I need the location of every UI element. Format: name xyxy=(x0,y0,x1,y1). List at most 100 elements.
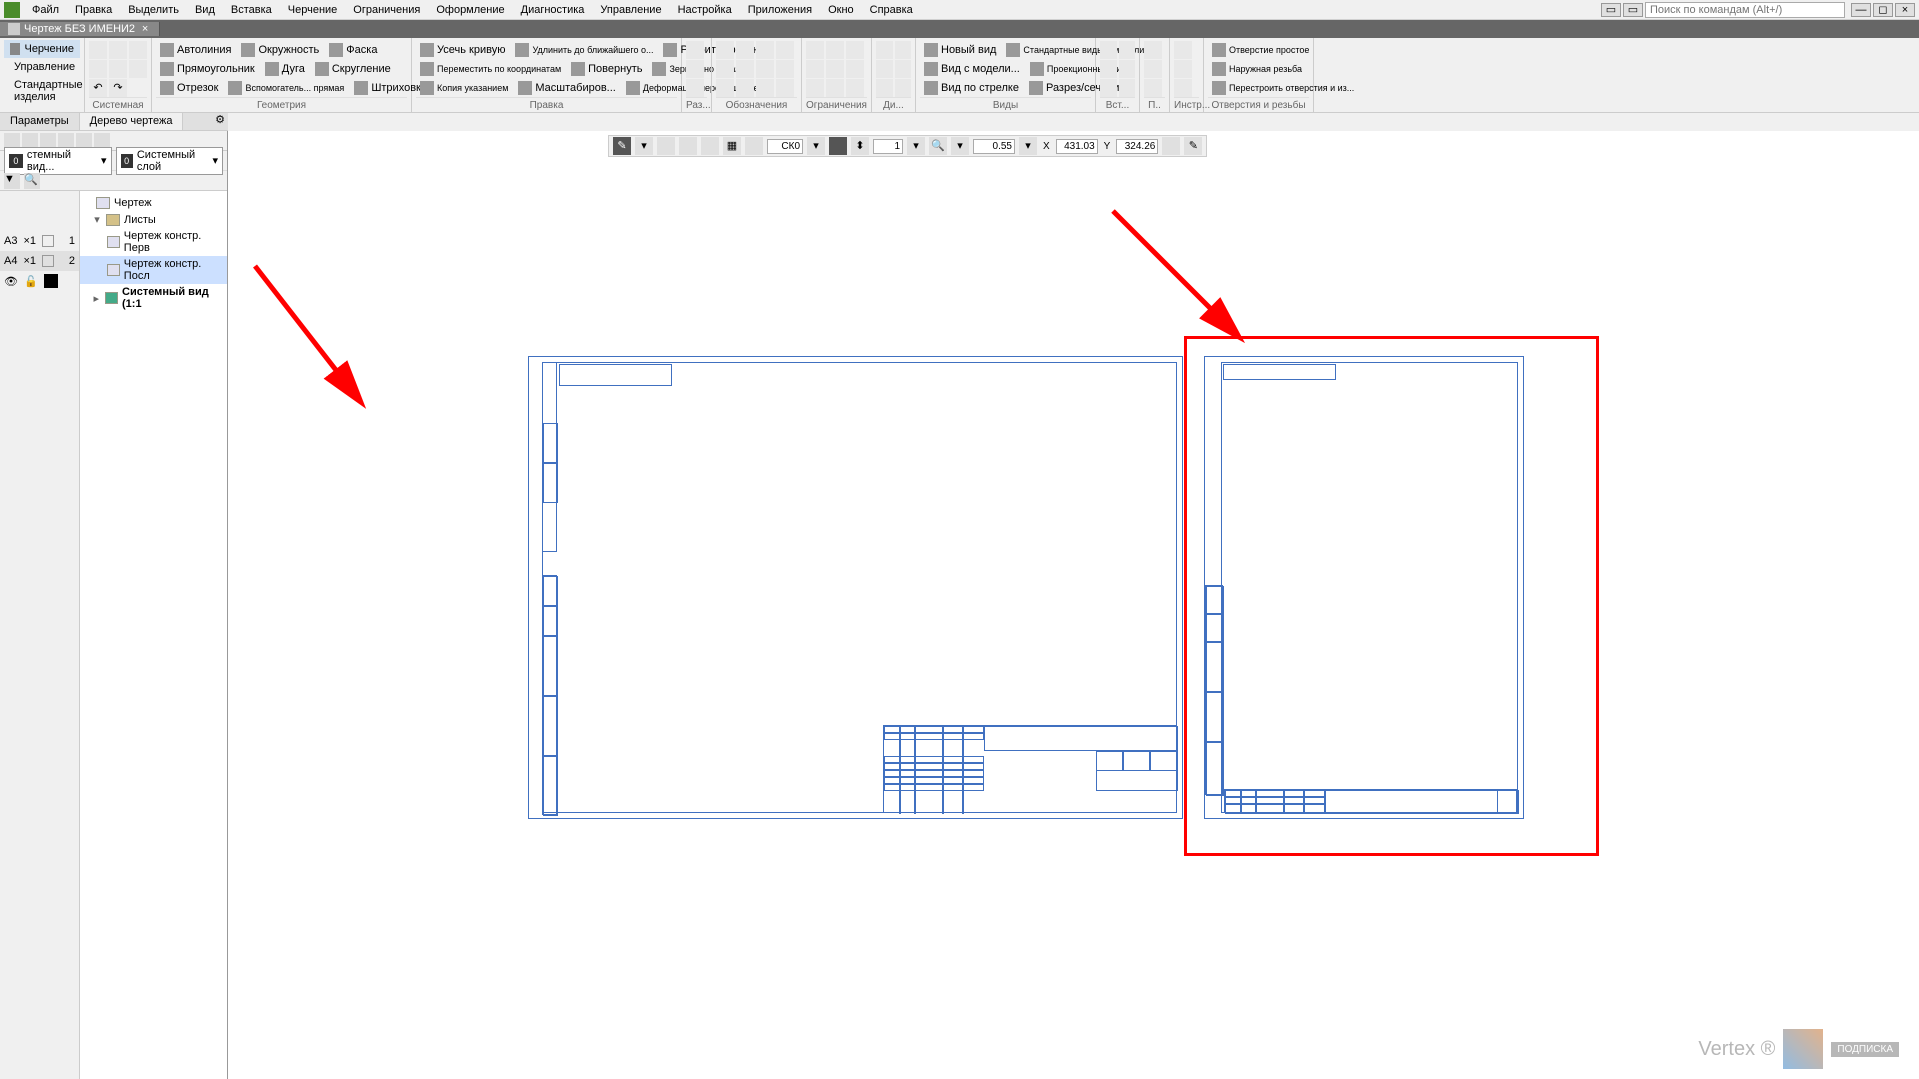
close-button[interactable]: × xyxy=(1895,3,1915,17)
menu-edit[interactable]: Правка xyxy=(67,2,120,18)
preview-button[interactable] xyxy=(109,60,127,78)
dim-btn-2[interactable] xyxy=(686,60,704,78)
drawing-sheet-a4[interactable] xyxy=(1204,356,1524,819)
co-3[interactable] xyxy=(846,41,864,59)
an-4[interactable] xyxy=(776,41,794,59)
maximize-button[interactable]: ◻ xyxy=(1873,3,1893,17)
save-button[interactable] xyxy=(129,41,147,59)
an-8[interactable] xyxy=(776,60,794,78)
params-tab[interactable]: Параметры xyxy=(0,113,80,130)
menu-drawing[interactable]: Черчение xyxy=(280,2,346,18)
menu-apps[interactable]: Приложения xyxy=(740,2,820,18)
tree-sheet1[interactable]: Чертеж констр. Перв xyxy=(80,228,227,256)
co-4[interactable] xyxy=(806,60,824,78)
dim-btn-3[interactable] xyxy=(686,79,704,97)
minimize-button[interactable]: — xyxy=(1851,3,1871,17)
ribbon-tab-std[interactable]: Стандартные изделия xyxy=(4,76,80,106)
an-1[interactable] xyxy=(716,41,734,59)
an-2[interactable] xyxy=(736,41,754,59)
open-button[interactable] xyxy=(109,41,127,59)
cb-3[interactable] xyxy=(657,137,675,155)
tl-3[interactable] xyxy=(1174,79,1192,97)
an-10[interactable] xyxy=(736,79,754,97)
an-3[interactable] xyxy=(756,41,774,59)
di-1[interactable] xyxy=(876,41,893,59)
ins-4[interactable] xyxy=(1119,60,1136,78)
an-11[interactable] xyxy=(756,79,774,97)
menu-diagnostics[interactable]: Диагностика xyxy=(513,2,593,18)
scale-button[interactable]: Масштабиров... xyxy=(514,80,619,96)
menu-window[interactable]: Окно xyxy=(820,2,862,18)
p-2[interactable] xyxy=(1144,60,1162,78)
ins-1[interactable] xyxy=(1100,41,1117,59)
cs-input[interactable] xyxy=(767,139,803,154)
circle-button[interactable]: Окружность xyxy=(237,42,323,58)
new-button[interactable] xyxy=(89,41,107,59)
auxline-button[interactable]: Вспомогатель... прямая xyxy=(224,80,348,96)
document-tab[interactable]: Чертеж БЕЗ ИМЕНИ2 × xyxy=(0,22,160,36)
title-block-a3[interactable] xyxy=(883,725,1177,813)
menu-select[interactable]: Выделить xyxy=(120,2,187,18)
cb-11[interactable] xyxy=(1162,137,1180,155)
grid-button[interactable]: ▦ xyxy=(723,137,741,155)
print-button[interactable] xyxy=(89,60,107,78)
x-input[interactable] xyxy=(1056,139,1098,154)
step-input[interactable] xyxy=(973,139,1015,154)
tl-2[interactable] xyxy=(1174,60,1192,78)
cb-5[interactable] xyxy=(701,137,719,155)
title-block-a4[interactable] xyxy=(1224,789,1518,813)
an-6[interactable] xyxy=(736,60,754,78)
lock-icon[interactable]: 🔓 xyxy=(24,275,38,288)
rect-button[interactable]: Прямоугольник xyxy=(156,61,259,77)
ext-thread-button[interactable]: Наружная резьба xyxy=(1208,61,1306,77)
undo-button[interactable]: ↶ xyxy=(89,79,107,97)
tree-sheet2[interactable]: Чертеж констр. Посл xyxy=(80,256,227,284)
tl-1[interactable] xyxy=(1174,41,1192,59)
scale-icon[interactable]: ⬍ xyxy=(851,137,869,155)
di-5[interactable] xyxy=(876,79,893,97)
arc-button[interactable]: Дуга xyxy=(261,61,309,77)
ribbon-tab-manage[interactable]: Управление xyxy=(4,58,80,76)
menu-format[interactable]: Оформление xyxy=(428,2,512,18)
co-9[interactable] xyxy=(846,79,864,97)
di-4[interactable] xyxy=(895,60,912,78)
autoline-button[interactable]: Автолиния xyxy=(156,42,235,58)
trim-button[interactable]: Усечь кривую xyxy=(416,42,509,58)
ribbon-tab-drawing[interactable]: Черчение xyxy=(4,40,80,58)
newview-button[interactable]: Новый вид xyxy=(920,42,1000,58)
redo-button[interactable]: ↷ xyxy=(109,79,127,97)
co-1[interactable] xyxy=(806,41,824,59)
cb-6[interactable]: ▾ xyxy=(807,137,825,155)
p-3[interactable] xyxy=(1144,79,1162,97)
tree-sheets[interactable]: ▾ Листы xyxy=(80,211,227,228)
filter-button[interactable]: ▼ xyxy=(4,173,20,189)
an-7[interactable] xyxy=(756,60,774,78)
panel-toggle-1[interactable]: ▭ xyxy=(1601,3,1621,17)
search-tree-button[interactable]: 🔍 xyxy=(24,173,40,189)
scale-input[interactable] xyxy=(873,139,903,154)
an-12[interactable] xyxy=(776,79,794,97)
menu-file[interactable]: Файл xyxy=(24,2,67,18)
command-search[interactable] xyxy=(1645,2,1845,18)
sheet-row-a3[interactable]: A3 ×1 1 xyxy=(0,231,79,251)
expand-icon[interactable]: ▸ xyxy=(92,292,101,305)
menu-help[interactable]: Справка xyxy=(862,2,921,18)
y-input[interactable] xyxy=(1116,139,1158,154)
menu-view[interactable]: Вид xyxy=(187,2,223,18)
p-1[interactable] xyxy=(1144,41,1162,59)
eye-icon[interactable]: 👁 xyxy=(4,275,18,288)
collapse-icon[interactable]: ▾ xyxy=(92,213,102,226)
ins-3[interactable] xyxy=(1100,60,1117,78)
cb-12[interactable]: ✎ xyxy=(1184,137,1202,155)
hole-simple-button[interactable]: Отверстие простое xyxy=(1208,42,1313,58)
co-7[interactable] xyxy=(806,79,824,97)
tree-sysview[interactable]: ▸ Системный вид (1:1 xyxy=(80,284,227,312)
ins-6[interactable] xyxy=(1119,79,1136,97)
fillet-button[interactable]: Скругление xyxy=(311,61,395,77)
copy-button[interactable]: Копия указанием xyxy=(416,80,512,96)
co-6[interactable] xyxy=(846,60,864,78)
co-8[interactable] xyxy=(826,79,844,97)
co-5[interactable] xyxy=(826,60,844,78)
tree-root[interactable]: Чертеж xyxy=(80,195,227,211)
cb-1[interactable]: ✎ xyxy=(613,137,631,155)
